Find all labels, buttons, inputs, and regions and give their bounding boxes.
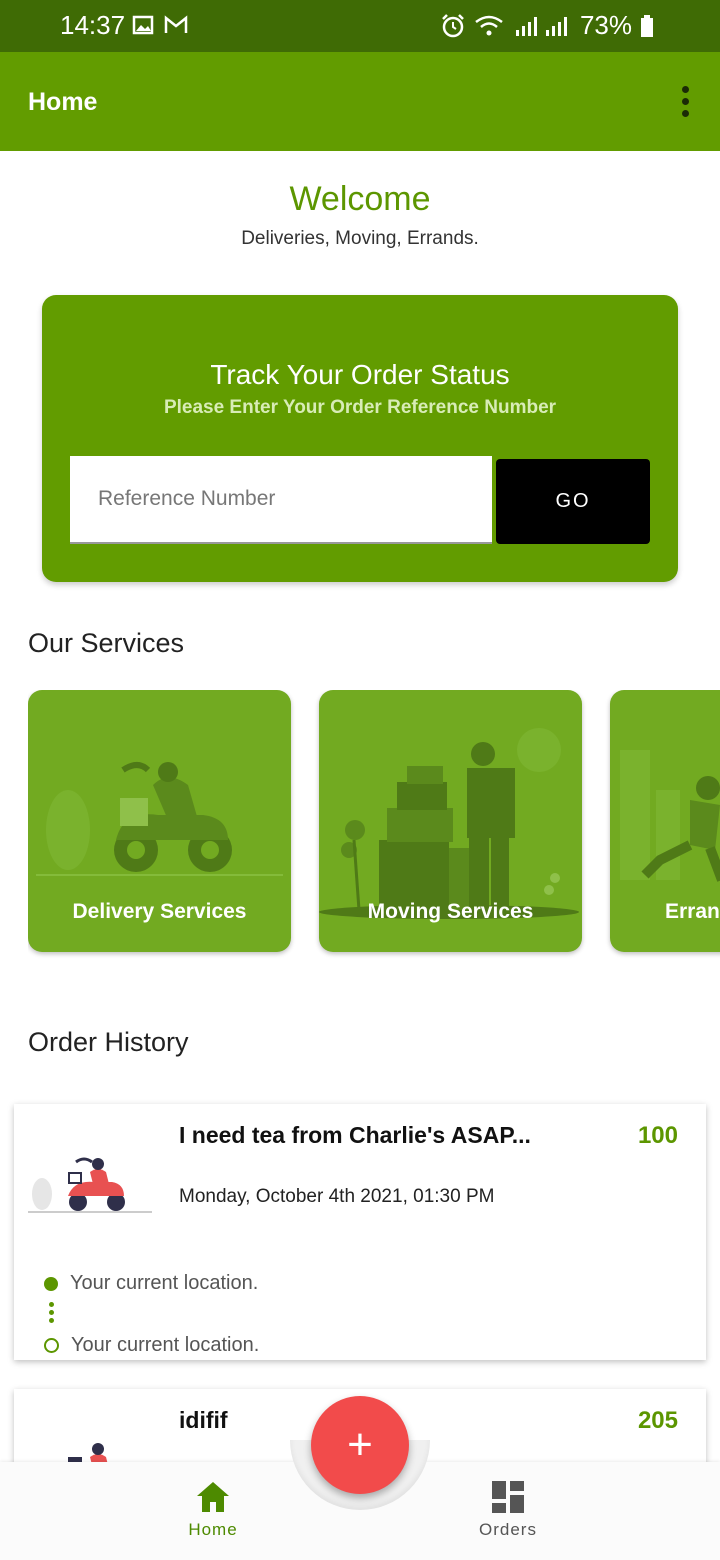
signal-icon [515,16,567,36]
welcome-subtitle: Deliveries, Moving, Errands. [241,228,479,249]
battery-percent: 73% [579,10,632,40]
track-title: Track Your Order Status [210,359,510,390]
service-card-moving[interactable]: Moving Services [319,690,582,952]
image-icon [132,15,154,35]
nav-home-label: Home [188,1520,238,1539]
pickup-dot-icon [44,1276,58,1291]
app-bar: Home [0,52,720,151]
services-heading: Our Services [28,628,185,658]
track-subtitle: Please Enter Your Order Reference Number [163,397,557,418]
order-amount: 205 [637,1407,678,1434]
pickup-location-text: Your current location. [70,1272,259,1294]
add-order-button[interactable]: + [311,1396,409,1494]
page-title: Home [28,88,98,116]
home-icon [197,1482,229,1512]
scooter-thumbnail [28,1157,152,1213]
welcome-title: Welcome [289,180,431,218]
dropoff-location: Your current location. [44,1334,259,1357]
service-label: Delivery Services [72,900,247,923]
service-card-delivery[interactable]: Delivery Services [28,690,291,952]
go-button[interactable]: GO [496,459,650,544]
order-date: Monday, October 4th 2021, 01:30 PM [179,1186,495,1207]
service-card-errands[interactable]: Erran [610,690,720,952]
nav-orders-label: Orders [479,1520,537,1539]
order-history-heading: Order History [28,1027,189,1057]
status-time: 14:37 [60,10,126,40]
route-dots-icon [49,1302,54,1326]
nav-home[interactable]: Home [143,1480,283,1540]
dropoff-dot-icon [44,1338,59,1353]
service-label: Moving Services [367,900,534,923]
wifi-icon [475,15,503,35]
order-title: idifif [179,1407,228,1433]
alarm-icon [442,13,464,37]
add-icon: + [347,1420,373,1469]
nav-orders[interactable]: Orders [438,1480,578,1540]
gmail-icon [164,15,188,33]
services-carousel[interactable]: Delivery Services Moving Services Erran [28,690,720,960]
battery-icon [641,14,653,37]
order-card[interactable]: I need tea from Charlie's ASAP... 100 Mo… [14,1104,706,1360]
dropoff-location-text: Your current location. [71,1334,260,1356]
order-title: I need tea from Charlie's ASAP... [179,1122,531,1148]
more-vert-icon[interactable] [680,86,690,118]
dashboard-icon [492,1481,524,1513]
pickup-location: Your current location. [44,1272,258,1295]
track-order-card: Track Your Order Status Please Enter You… [42,295,678,582]
reference-number-input[interactable] [70,456,492,544]
status-bar: 14:37 73% [0,0,720,52]
service-label: Erran [665,900,720,923]
order-amount: 100 [637,1122,678,1149]
